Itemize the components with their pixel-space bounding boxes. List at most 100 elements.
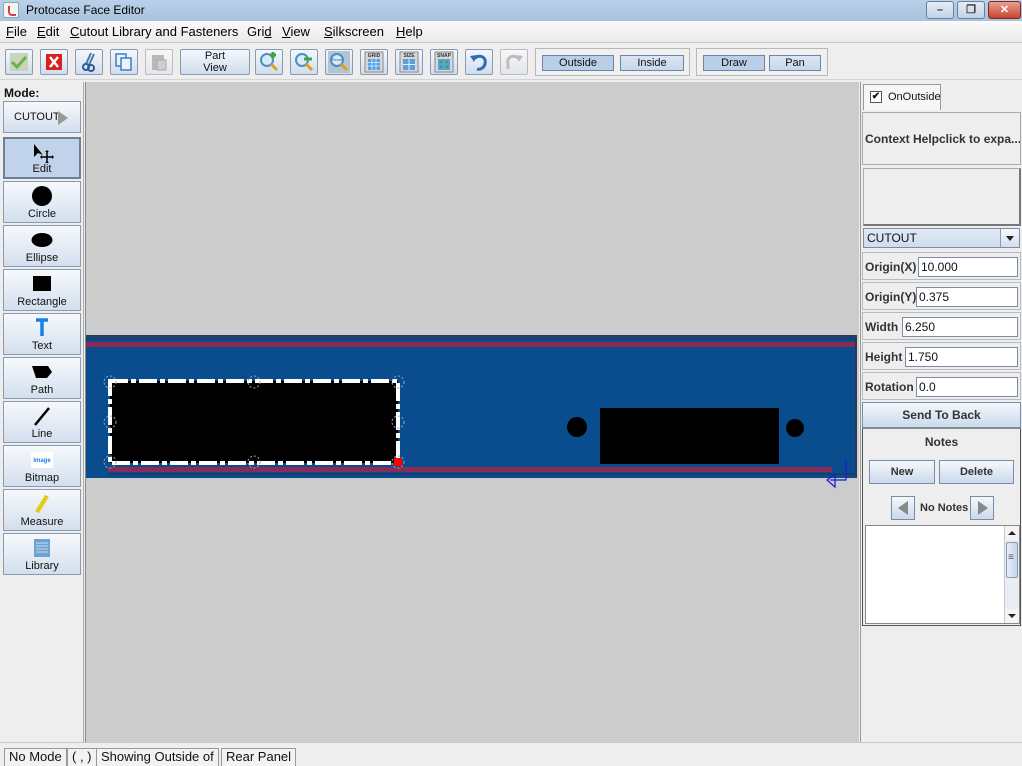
- toolbar: Part View Reset GRID SIZE SNAP Outside I…: [0, 44, 1022, 80]
- type-select-value: CUTOUT: [867, 231, 917, 245]
- side-toggle-group: Outside Inside: [535, 48, 690, 76]
- red-x-icon: [46, 54, 62, 70]
- mounting-hole-left[interactable]: [567, 417, 587, 437]
- height-input[interactable]: [905, 347, 1018, 367]
- origin-y-label: Origin(Y): [865, 290, 917, 304]
- status-coordinates: ( , ): [67, 748, 97, 766]
- width-row: Width: [862, 312, 1021, 340]
- menu-help[interactable]: Help: [396, 24, 423, 39]
- tool-rectangle[interactable]: Rectangle: [3, 269, 81, 311]
- new-note-button[interactable]: New: [869, 460, 935, 484]
- rotation-input[interactable]: [916, 377, 1018, 397]
- status-mode: No Mode: [4, 748, 67, 766]
- mode-select-button[interactable]: CUTOUT: [3, 101, 81, 133]
- type-select[interactable]: CUTOUT: [863, 228, 1020, 248]
- notes-section: Notes New Delete No Notes: [862, 428, 1021, 626]
- title-bar: Protocase Face Editor – ❐ ✕: [0, 0, 1022, 21]
- width-input[interactable]: [902, 317, 1018, 337]
- scroll-thumb[interactable]: [1006, 542, 1018, 578]
- tool-circle-label: Circle: [27, 208, 57, 220]
- width-label: Width: [865, 320, 899, 334]
- menu-edit[interactable]: Edit: [37, 24, 59, 39]
- tool-line-label: Line: [31, 428, 53, 440]
- send-to-back-button[interactable]: Send To Back: [862, 402, 1021, 428]
- tool-bitmap-label: Bitmap: [24, 472, 60, 484]
- menu-edit-rest: dit: [45, 24, 60, 39]
- connector-cutout[interactable]: [600, 408, 779, 464]
- tool-line[interactable]: Line: [3, 401, 81, 443]
- on-outside-checkbox[interactable]: ✔: [870, 91, 882, 103]
- minimize-button[interactable]: –: [926, 1, 954, 19]
- cancel-button[interactable]: [40, 49, 68, 75]
- scroll-down-icon[interactable]: [1005, 609, 1019, 623]
- origin-x-input[interactable]: [918, 257, 1018, 277]
- menu-help-mnemonic: H: [396, 24, 406, 39]
- selected-rectangle-cutout[interactable]: [110, 381, 398, 463]
- redo-button[interactable]: [500, 49, 528, 75]
- tool-edit-label: Edit: [32, 163, 52, 175]
- restore-button[interactable]: ❐: [957, 1, 985, 19]
- tool-bitmap[interactable]: Image Bitmap: [3, 445, 81, 487]
- copy-button[interactable]: [110, 49, 138, 75]
- scroll-up-icon[interactable]: [1005, 526, 1019, 540]
- grid-icon: GRID: [364, 51, 384, 73]
- zoom-in-button[interactable]: [255, 49, 283, 75]
- tool-measure-label: Measure: [20, 516, 64, 528]
- nav-toggle-group: Draw Pan: [696, 48, 828, 76]
- zoom-reset-button[interactable]: Reset: [325, 49, 353, 75]
- redo-icon: [506, 54, 523, 69]
- tool-edit[interactable]: Edit: [3, 137, 81, 179]
- notes-textarea[interactable]: [865, 525, 1020, 624]
- menu-file[interactable]: File: [6, 24, 27, 39]
- drawing-canvas[interactable]: [85, 82, 859, 742]
- menu-grid[interactable]: Grid: [247, 24, 272, 39]
- chevron-down-icon[interactable]: [1000, 229, 1019, 247]
- tool-library[interactable]: Library: [3, 533, 81, 575]
- close-button[interactable]: ✕: [988, 1, 1021, 19]
- tool-path-label: Path: [30, 384, 54, 396]
- text-icon: [36, 318, 48, 336]
- menu-view[interactable]: View: [282, 24, 310, 39]
- menu-view-rest: iew: [290, 24, 310, 39]
- outside-toggle[interactable]: Outside: [542, 55, 614, 71]
- zoom-in-icon: [260, 52, 279, 72]
- undo-button[interactable]: [465, 49, 493, 75]
- scissors-icon: [82, 52, 95, 72]
- next-note-button[interactable]: [970, 496, 994, 520]
- zoom-out-button[interactable]: [290, 49, 318, 75]
- tool-path[interactable]: Path: [3, 357, 81, 399]
- height-label: Height: [865, 350, 903, 364]
- menu-cutout-library[interactable]: Cutout Library and Fasteners: [70, 24, 238, 39]
- cut-button[interactable]: [75, 49, 103, 75]
- delete-note-button[interactable]: Delete: [939, 460, 1014, 484]
- tool-circle[interactable]: Circle: [3, 181, 81, 223]
- context-help-button[interactable]: Context Helpclick to expa...: [862, 112, 1021, 165]
- tool-ellipse-label: Ellipse: [25, 252, 59, 264]
- java-app-icon: [3, 2, 19, 18]
- inside-toggle[interactable]: Inside: [620, 55, 684, 71]
- draw-toggle[interactable]: Draw: [703, 55, 765, 71]
- grid-size-button[interactable]: SIZE: [395, 49, 423, 75]
- grid-button[interactable]: GRID: [360, 49, 388, 75]
- tool-text[interactable]: Text: [3, 313, 81, 355]
- tool-measure[interactable]: Measure: [3, 489, 81, 531]
- menu-silkscreen[interactable]: Silkscreen: [324, 24, 384, 39]
- paste-button[interactable]: [145, 49, 173, 75]
- tab-on-outside[interactable]: ✔ OnOutside: [863, 84, 941, 110]
- menu-bar: File Edit Cutout Library and Fasteners G…: [0, 21, 1022, 43]
- pan-toggle[interactable]: Pan: [769, 55, 821, 71]
- origin-y-row: Origin(Y): [862, 282, 1021, 310]
- accept-button[interactable]: [5, 49, 33, 75]
- mounting-hole-right[interactable]: [786, 419, 804, 437]
- notes-title: Notes: [924, 435, 959, 449]
- part-view-button[interactable]: Part View: [180, 49, 250, 75]
- origin-anchor-marker[interactable]: [394, 458, 402, 466]
- tool-ellipse[interactable]: Ellipse: [3, 225, 81, 267]
- menu-edit-mnemonic: E: [37, 24, 46, 39]
- notes-scrollbar[interactable]: [1004, 526, 1019, 623]
- origin-y-input[interactable]: [916, 287, 1018, 307]
- bitmap-icon: Image: [31, 452, 53, 468]
- previous-note-button[interactable]: [891, 496, 915, 520]
- snap-button[interactable]: SNAP: [430, 49, 458, 75]
- menu-silkscreen-rest: ilkscreen: [332, 24, 384, 39]
